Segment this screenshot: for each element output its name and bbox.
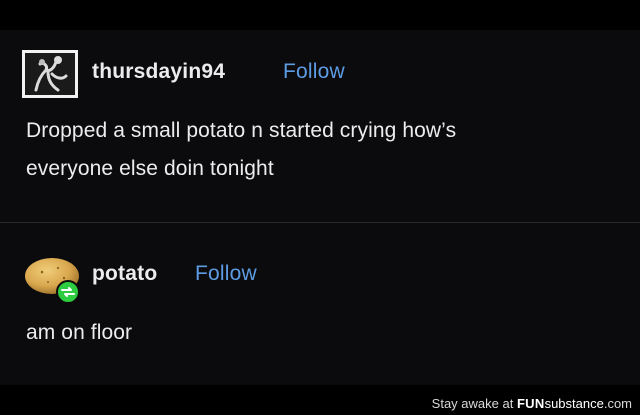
post-divider (0, 222, 640, 223)
potato-avatar-icon[interactable] (24, 254, 84, 306)
post-potato: potato Follow am on floor (0, 246, 640, 344)
reblog-icon (56, 280, 80, 304)
post-header: potato Follow (0, 246, 640, 304)
post-text: Dropped a small potato n started crying … (26, 119, 457, 180)
post-text: am on floor (26, 321, 133, 344)
username[interactable]: thursdayin94 (92, 60, 225, 84)
watermark-prefix: Stay awake at (431, 396, 517, 411)
watermark-brand-bold: FUN (516, 396, 545, 411)
post-thursdayin94: thursdayin94 Follow Dropped a small pota… (0, 44, 640, 180)
watermark-brand-suffix: .com (603, 396, 632, 411)
follow-button[interactable]: Follow (283, 60, 345, 84)
post-header: thursdayin94 Follow (0, 44, 640, 102)
watermark-brand-rest: substance (544, 396, 604, 411)
follow-button[interactable]: Follow (195, 262, 257, 286)
dancer-photo-avatar-icon[interactable] (22, 50, 78, 98)
watermark: Stay awake at FUNsubstance.com (432, 396, 632, 411)
username[interactable]: potato (92, 262, 157, 286)
